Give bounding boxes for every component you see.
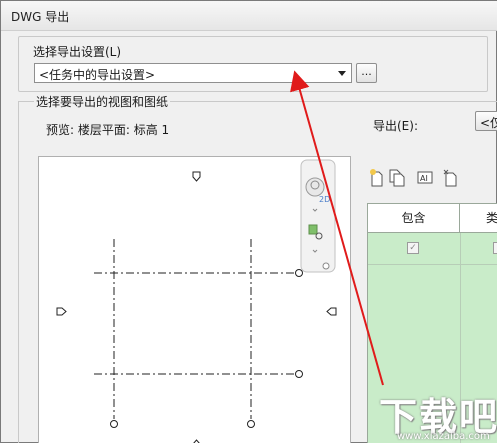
arrow-annotation-icon [290,70,384,386]
